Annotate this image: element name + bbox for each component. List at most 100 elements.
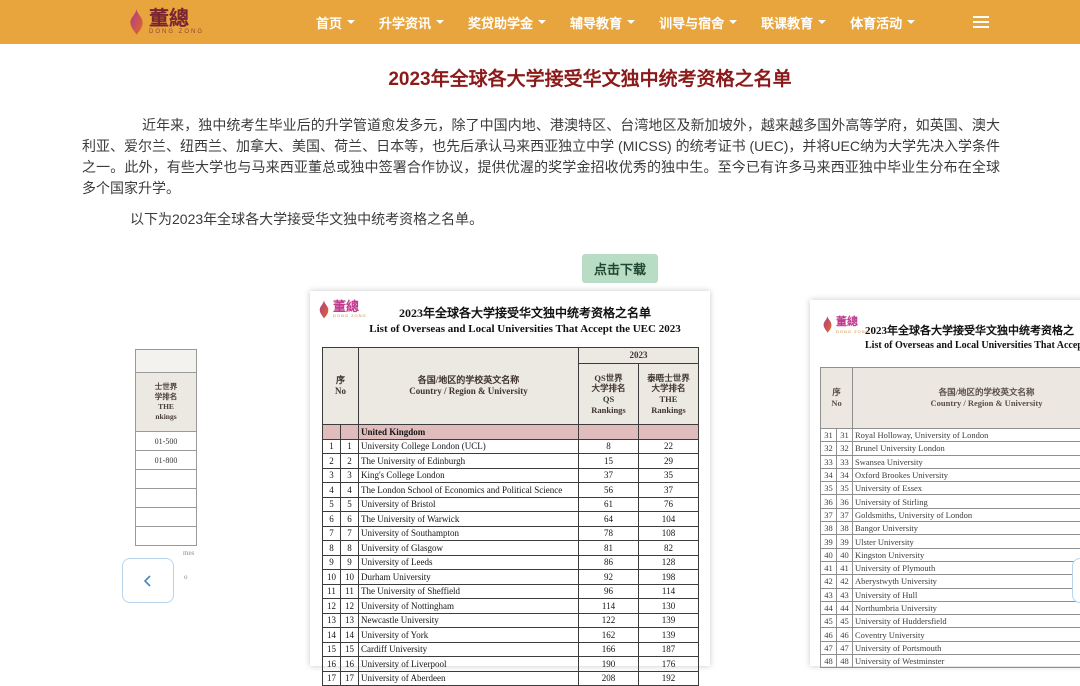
table-cell: 48 xyxy=(837,655,853,668)
table-cell: 6 xyxy=(341,512,359,527)
table-cell: 5 xyxy=(323,497,341,512)
table-row: 3737Goldsmiths, University of London xyxy=(821,508,1080,521)
table-cell: 13 xyxy=(323,613,341,628)
table-cell: 2 xyxy=(341,454,359,469)
clipped-text-fragment: mes xyxy=(183,549,194,557)
document-page-right[interactable]: 董總 DONG ZONG 2023年全球各大学接受华文独中统考资格之 List … xyxy=(810,300,1080,666)
nav-item-scholarships[interactable]: 奖贷助学金 xyxy=(468,13,546,32)
table-cell: 15 xyxy=(341,642,359,657)
intro-paragraph-2: 以下为2023年全球各大学接受华文独中统考资格之名单。 xyxy=(82,209,1000,230)
table-cell: 37 xyxy=(579,468,639,483)
table-cell: 11 xyxy=(323,584,341,599)
table-cell: 92 xyxy=(579,570,639,585)
table-cell: 8 xyxy=(579,439,639,454)
dongzong-logo[interactable]: 董總 DONG ZONG xyxy=(128,9,204,35)
chevron-down-icon xyxy=(538,20,546,24)
table-cell: 47 xyxy=(821,641,837,654)
table-cell: 43 xyxy=(837,588,853,601)
table-cell: 3 xyxy=(323,468,341,483)
table-cell: 15 xyxy=(323,642,341,657)
nav-item-study-info[interactable]: 升学资讯 xyxy=(379,13,444,32)
table-cell: University of Southampton xyxy=(359,526,579,541)
document-logo-title: 董總 xyxy=(333,300,367,313)
table-cell: 39 xyxy=(837,535,853,548)
nav-item-home[interactable]: 首页 xyxy=(316,13,355,32)
col-header-university: 各国/地区的学校英文名称 Country / Region & Universi… xyxy=(853,368,1080,429)
table-cell: 29 xyxy=(639,454,699,469)
document-logo: 董總 DONG ZONG xyxy=(822,316,870,338)
flame-icon xyxy=(822,316,833,338)
document-logo-subtitle: DONG ZONG xyxy=(333,313,367,318)
table-cell: The London School of Economics and Polit… xyxy=(359,483,579,498)
table-cell: The University of Sheffield xyxy=(359,584,579,599)
table-row: 3535University of Essex xyxy=(821,482,1080,495)
nav-label: 联课教育 xyxy=(761,13,813,32)
table-row: 1111The University of Sheffield96114 xyxy=(323,584,699,599)
document-title-zh: 2023年全球各大学接受华文独中统考资格之名单 xyxy=(340,304,710,321)
table-cell: 34 xyxy=(837,468,853,481)
table-cell: 96 xyxy=(579,584,639,599)
table-cell: 7 xyxy=(323,526,341,541)
country-section-label: United Kingdom xyxy=(359,425,579,440)
chevron-down-icon xyxy=(818,20,826,24)
table-row: 3636University of Stirling xyxy=(821,495,1080,508)
table-cell: Brunel University London xyxy=(853,442,1080,455)
table-row: 1414University of York162139 xyxy=(323,628,699,643)
table-cell: University of Plymouth xyxy=(853,561,1080,574)
table-cell: 198 xyxy=(639,570,699,585)
table-cell xyxy=(136,489,197,508)
table-cell: Bangor University xyxy=(853,522,1080,535)
table-row: 4444Northumbria University xyxy=(821,601,1080,614)
nav-item-sports[interactable]: 体育活动 xyxy=(850,13,915,32)
menu-icon[interactable] xyxy=(973,16,989,28)
table-cell: Swansea University xyxy=(853,455,1080,468)
table-cell: 82 xyxy=(639,541,699,556)
chevron-down-icon xyxy=(907,20,915,24)
table-cell: 130 xyxy=(639,599,699,614)
table-cell: 81 xyxy=(579,541,639,556)
table-cell: 208 xyxy=(579,671,639,686)
table-cell: 01-800 xyxy=(136,451,197,470)
table-cell: 31 xyxy=(837,429,853,442)
table-cell: 40 xyxy=(821,548,837,561)
table-cell: 2 xyxy=(323,454,341,469)
table-cell: 4 xyxy=(323,483,341,498)
table-cell: 42 xyxy=(837,575,853,588)
nav-item-cocurricular[interactable]: 联课教育 xyxy=(761,13,826,32)
table-cell: University of Portsmouth xyxy=(853,641,1080,654)
table-cell: University of Nottingham xyxy=(359,599,579,614)
download-button[interactable]: 点击下载 xyxy=(582,254,658,283)
chevron-down-icon xyxy=(729,20,737,24)
table-cell: 166 xyxy=(579,642,639,657)
document-page-center[interactable]: 董總 DONG ZONG 2023年全球各大学接受华文独中统考资格之名单 Lis… xyxy=(310,291,710,666)
table-cell: University College London (UCL) xyxy=(359,439,579,454)
carousel-next-button[interactable] xyxy=(1072,558,1080,603)
table-row: 22The University of Edinburgh1529 xyxy=(323,454,699,469)
carousel-prev-button[interactable] xyxy=(122,558,174,603)
table-row xyxy=(136,489,197,508)
table-cell: 45 xyxy=(837,615,853,628)
table-cell: 35 xyxy=(639,468,699,483)
table-cell: 37 xyxy=(821,508,837,521)
table-cell: 5 xyxy=(341,497,359,512)
table-cell: Aberystwyth University xyxy=(853,575,1080,588)
table-cell: 78 xyxy=(579,526,639,541)
col-header-no: 序 No xyxy=(821,368,853,429)
table-cell: 61 xyxy=(579,497,639,512)
clipped-text-fragment: o xyxy=(184,573,188,581)
table-cell: Ulster University xyxy=(853,535,1080,548)
table-cell: King's College London xyxy=(359,468,579,483)
table-cell: 32 xyxy=(837,442,853,455)
table-cell: Royal Holloway, University of London xyxy=(853,429,1080,442)
top-navigation-bar: 董總 DONG ZONG 首页 升学资讯 奖贷助学金 辅导教育 训导与宿舍 联课… xyxy=(0,0,1080,44)
nav-item-discipline-dorm[interactable]: 训导与宿舍 xyxy=(659,13,737,32)
table-cell: 139 xyxy=(639,613,699,628)
flame-icon xyxy=(318,300,330,324)
document-titles: 2023年全球各大学接受华文独中统考资格之名单 List of Overseas… xyxy=(310,291,710,335)
table-row: 55University of Bristol6176 xyxy=(323,497,699,512)
document-page-left-fragment[interactable]: 士世界 学排名 THE nkings 01-50001-800 xyxy=(0,347,207,643)
nav-item-counseling-education[interactable]: 辅导教育 xyxy=(570,13,635,32)
table-cell: University of York xyxy=(359,628,579,643)
table-row: 3333Swansea University xyxy=(821,455,1080,468)
table-cell: Goldsmiths, University of London xyxy=(853,508,1080,521)
